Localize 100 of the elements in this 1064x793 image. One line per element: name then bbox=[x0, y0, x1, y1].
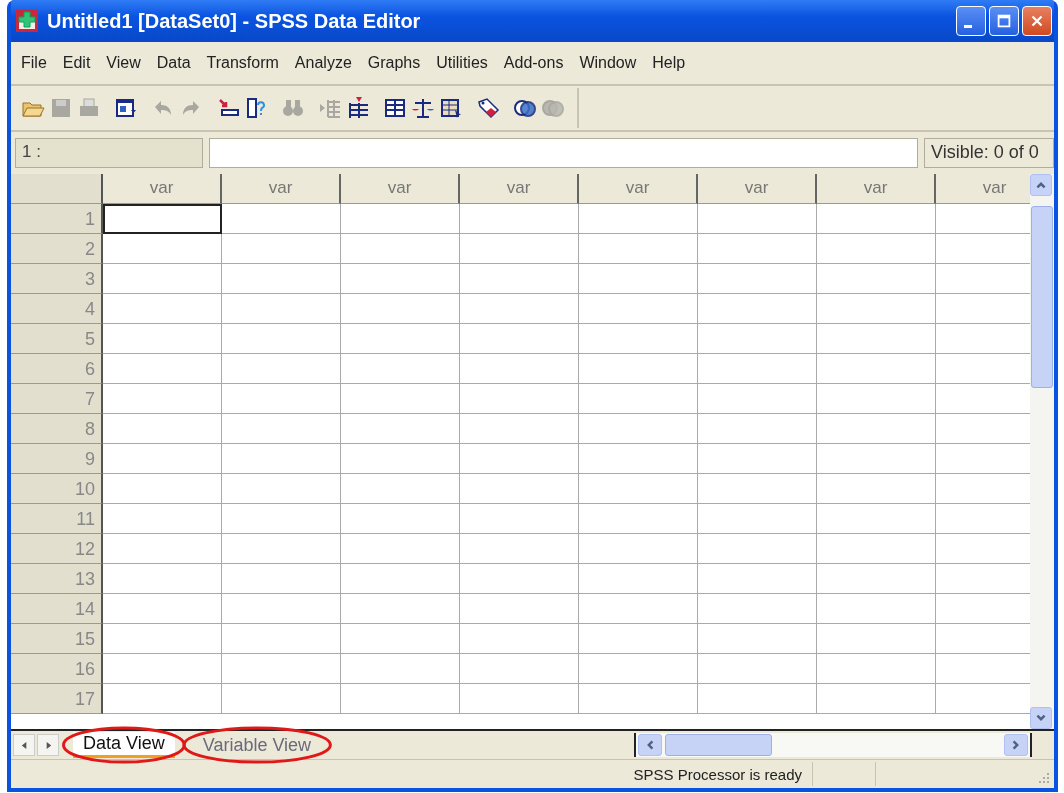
table-cell[interactable] bbox=[579, 684, 698, 714]
table-cell[interactable] bbox=[698, 414, 817, 444]
table-cell[interactable] bbox=[460, 504, 579, 534]
menu-item[interactable]: Edit bbox=[54, 54, 99, 72]
table-cell[interactable] bbox=[579, 354, 698, 384]
scroll-right-button[interactable] bbox=[1004, 734, 1028, 756]
column-header[interactable]: var bbox=[103, 174, 222, 204]
scroll-down-button[interactable] bbox=[1030, 707, 1052, 729]
table-cell[interactable] bbox=[222, 384, 341, 414]
table-cell[interactable] bbox=[222, 354, 341, 384]
table-cell[interactable] bbox=[698, 594, 817, 624]
table-cell[interactable] bbox=[579, 444, 698, 474]
table-cell[interactable] bbox=[698, 354, 817, 384]
table-cell[interactable] bbox=[341, 654, 460, 684]
row-header[interactable]: 16 bbox=[11, 654, 103, 684]
table-cell[interactable] bbox=[460, 234, 579, 264]
menu-item[interactable]: Add-ons bbox=[495, 54, 572, 72]
minimize-button[interactable] bbox=[956, 6, 986, 36]
table-cell[interactable] bbox=[222, 294, 341, 324]
table-cell[interactable] bbox=[341, 264, 460, 294]
table-cell[interactable] bbox=[579, 384, 698, 414]
table-cell[interactable] bbox=[341, 684, 460, 714]
table-cell[interactable] bbox=[460, 684, 579, 714]
table-cell[interactable] bbox=[341, 294, 460, 324]
table-cell[interactable] bbox=[817, 354, 936, 384]
table-cell[interactable] bbox=[341, 534, 460, 564]
menu-item[interactable]: Utilities bbox=[428, 54, 496, 72]
table-cell[interactable] bbox=[222, 594, 341, 624]
menu-item[interactable]: Analyze bbox=[286, 54, 360, 72]
table-cell[interactable] bbox=[698, 684, 817, 714]
table-cell[interactable] bbox=[341, 354, 460, 384]
table-cell[interactable] bbox=[103, 324, 222, 354]
table-cell[interactable] bbox=[460, 534, 579, 564]
table-cell[interactable] bbox=[103, 474, 222, 504]
table-cell[interactable] bbox=[698, 474, 817, 504]
table-cell[interactable] bbox=[341, 624, 460, 654]
table-cell[interactable] bbox=[103, 294, 222, 324]
row-header[interactable]: 11 bbox=[11, 504, 103, 534]
row-header[interactable]: 5 bbox=[11, 324, 103, 354]
column-header[interactable]: var bbox=[460, 174, 579, 204]
row-header[interactable]: 6 bbox=[11, 354, 103, 384]
close-button[interactable] bbox=[1022, 6, 1052, 36]
table-cell[interactable] bbox=[103, 444, 222, 474]
table-cell[interactable] bbox=[579, 654, 698, 684]
table-cell[interactable] bbox=[698, 504, 817, 534]
table-cell[interactable] bbox=[341, 444, 460, 474]
table-cell[interactable] bbox=[579, 324, 698, 354]
table-cell[interactable] bbox=[460, 354, 579, 384]
table-cell[interactable] bbox=[817, 444, 936, 474]
scroll-thumb[interactable] bbox=[665, 734, 772, 756]
table-cell[interactable] bbox=[222, 504, 341, 534]
table-cell[interactable] bbox=[698, 264, 817, 294]
table-cell[interactable] bbox=[222, 234, 341, 264]
table-cell[interactable] bbox=[341, 594, 460, 624]
table-cell[interactable] bbox=[698, 384, 817, 414]
table-cell[interactable] bbox=[460, 444, 579, 474]
table-cell[interactable] bbox=[698, 564, 817, 594]
scroll-thumb[interactable] bbox=[1031, 206, 1053, 388]
table-cell[interactable] bbox=[341, 414, 460, 444]
column-header[interactable]: var bbox=[341, 174, 460, 204]
table-cell[interactable] bbox=[817, 474, 936, 504]
row-header[interactable]: 8 bbox=[11, 414, 103, 444]
table-cell[interactable] bbox=[222, 474, 341, 504]
table-cell[interactable] bbox=[222, 414, 341, 444]
tab-scroll-left-button[interactable] bbox=[13, 734, 35, 756]
row-header[interactable]: 12 bbox=[11, 534, 103, 564]
menu-item[interactable]: File bbox=[13, 54, 55, 72]
row-header[interactable]: 3 bbox=[11, 264, 103, 294]
table-cell[interactable] bbox=[460, 294, 579, 324]
table-cell[interactable] bbox=[222, 444, 341, 474]
row-header[interactable]: 14 bbox=[11, 594, 103, 624]
table-cell[interactable] bbox=[103, 504, 222, 534]
table-cell[interactable] bbox=[579, 204, 698, 234]
table-cell[interactable] bbox=[222, 564, 341, 594]
table-cell[interactable] bbox=[460, 204, 579, 234]
horizontal-scrollbar[interactable] bbox=[634, 733, 1030, 757]
column-header[interactable]: var bbox=[222, 174, 341, 204]
table-cell[interactable] bbox=[460, 414, 579, 444]
table-cell[interactable] bbox=[579, 234, 698, 264]
table-cell[interactable] bbox=[341, 324, 460, 354]
table-cell[interactable] bbox=[579, 414, 698, 444]
table-cell[interactable] bbox=[698, 234, 817, 264]
tab-scroll-right-button[interactable] bbox=[37, 734, 59, 756]
menu-item[interactable]: Window bbox=[571, 54, 645, 72]
scroll-left-button[interactable] bbox=[638, 734, 662, 756]
maximize-button[interactable] bbox=[989, 6, 1019, 36]
table-cell[interactable] bbox=[460, 654, 579, 684]
table-cell[interactable] bbox=[817, 264, 936, 294]
table-cell[interactable] bbox=[460, 624, 579, 654]
row-header[interactable]: 10 bbox=[11, 474, 103, 504]
column-header[interactable]: var bbox=[936, 174, 1030, 204]
table-cell[interactable] bbox=[698, 444, 817, 474]
table-cell[interactable] bbox=[103, 624, 222, 654]
column-header[interactable]: var bbox=[817, 174, 936, 204]
table-cell[interactable] bbox=[579, 294, 698, 324]
table-cell[interactable] bbox=[579, 264, 698, 294]
table-cell[interactable] bbox=[341, 384, 460, 414]
table-cell[interactable] bbox=[460, 474, 579, 504]
table-cell[interactable] bbox=[103, 204, 222, 234]
table-cell[interactable] bbox=[817, 564, 936, 594]
